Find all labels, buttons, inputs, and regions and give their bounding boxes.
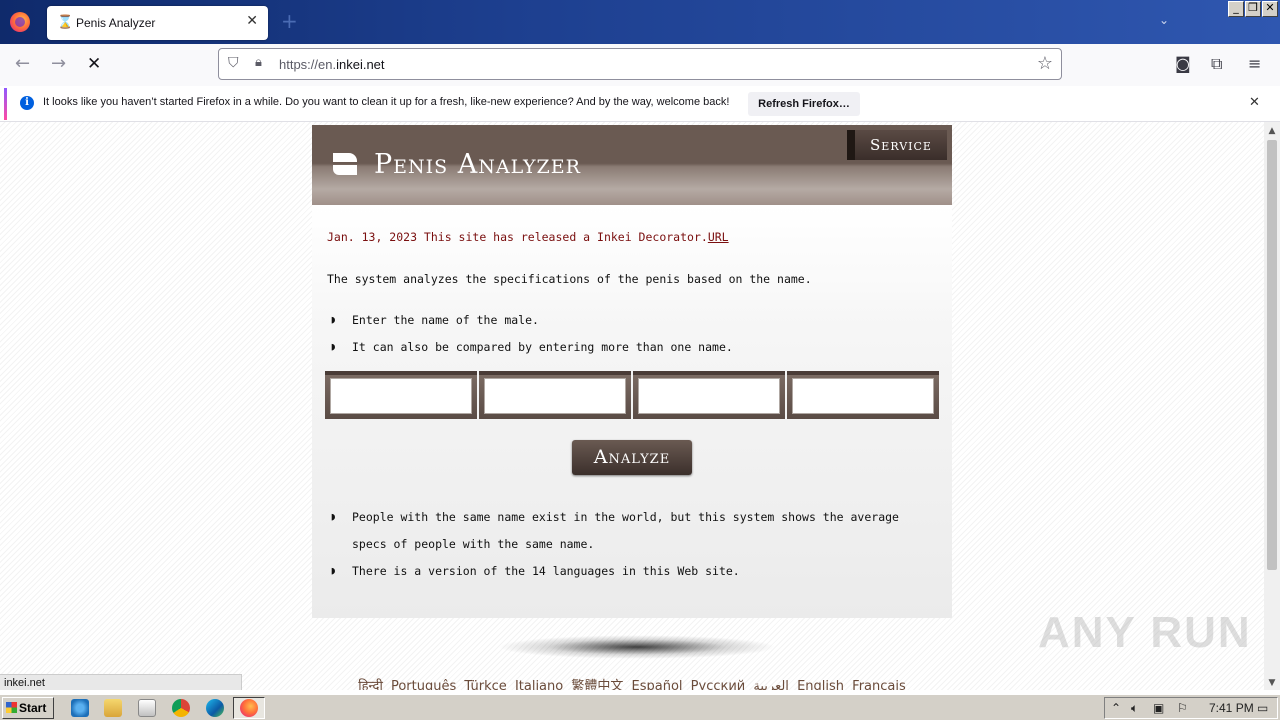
list-all-tabs-icon[interactable]: ⌄: [1159, 13, 1169, 27]
file-explorer-icon[interactable]: [104, 699, 122, 717]
name-input-3[interactable]: [638, 378, 780, 414]
volume-icon[interactable]: 🔈︎: [1131, 701, 1138, 716]
loading-hourglass-icon: ⌛: [57, 15, 74, 30]
language-link-chinese[interactable]: 繁體中文: [571, 679, 623, 690]
minimize-window-icon[interactable]: _: [1228, 1, 1244, 17]
bullet-icon: ◗: [330, 510, 337, 523]
language-link-italian[interactable]: Italiano: [515, 679, 563, 690]
bullet-icon: ◗: [330, 340, 337, 353]
url-bar[interactable]: ⛉ 🔒︎ https://en.inkei.net ☆: [218, 48, 1062, 80]
bullet-icon: ◗: [330, 564, 337, 577]
intro-text: The system analyzes the specifications o…: [327, 272, 812, 286]
close-window-icon[interactable]: ✕: [1262, 1, 1278, 17]
page-scrollbar[interactable]: ▲ ▼: [1264, 122, 1280, 690]
name-input-frame: [787, 371, 939, 419]
restore-window-icon[interactable]: ❐: [1245, 1, 1261, 17]
language-link-russian[interactable]: Русский: [691, 679, 746, 690]
refresh-notification-bar: i It looks like you haven’t started Fire…: [0, 86, 1280, 122]
name-input-frame: [325, 371, 477, 419]
site-header-banner: Penis Analyzer Service: [312, 125, 952, 205]
firefox-taskbar-button[interactable]: [233, 697, 265, 719]
news-text: Jan. 13, 2023 This site has released a I…: [327, 230, 708, 244]
site-container: Penis Analyzer Service Jan. 13, 2023 Thi…: [312, 125, 952, 690]
system-tray: ⌃ 🔈︎ ▣ ⚐ 7:41 PM ▭: [1104, 697, 1278, 719]
language-link-hindi[interactable]: हिन्दी: [358, 679, 383, 690]
analyze-button[interactable]: Analyze: [572, 440, 692, 475]
forward-arrow-icon[interactable]: →: [51, 53, 66, 74]
new-tab-icon[interactable]: +: [281, 9, 298, 33]
lock-icon[interactable]: 🔒︎: [255, 55, 262, 70]
news-url-link[interactable]: URL: [708, 230, 729, 244]
page-viewport: Penis Analyzer Service Jan. 13, 2023 Thi…: [0, 122, 1264, 690]
name-input-4[interactable]: [792, 378, 934, 414]
language-link-turkish[interactable]: Türkçe: [464, 679, 506, 690]
site-logo-icon: [333, 153, 357, 175]
site-title: Penis Analyzer: [374, 149, 581, 180]
bullet-icon: ◗: [330, 313, 337, 326]
note-text: specs of people with the same name.: [352, 537, 595, 551]
info-icon: i: [20, 96, 34, 110]
edge-icon[interactable]: [206, 699, 224, 717]
name-input-1[interactable]: [330, 378, 472, 414]
name-input-frame: [479, 371, 631, 419]
anyrun-watermark: ANY RUN: [1038, 608, 1252, 657]
firefox-menu-icon[interactable]: [10, 12, 30, 32]
url-text[interactable]: https://en.inkei.net: [279, 57, 385, 72]
scroll-up-arrow-icon[interactable]: ▲: [1264, 126, 1280, 136]
extensions-puzzle-icon[interactable]: ⧉: [1211, 54, 1222, 74]
windows-taskbar: Start ⌃ 🔈︎ ▣ ⚐ 7:41 PM ▭: [0, 694, 1280, 720]
note-text: People with the same name exist in the w…: [352, 510, 899, 524]
internet-explorer-icon[interactable]: [71, 699, 89, 717]
tab-close-icon[interactable]: ✕: [246, 13, 258, 29]
link-status-text: inkei.net: [0, 674, 242, 690]
tab-penis-analyzer[interactable]: ⌛ Penis Analyzer ✕: [47, 6, 268, 40]
name-input-2[interactable]: [484, 378, 626, 414]
name-input-frame: [633, 371, 785, 419]
navigation-toolbar: ← → ✕ ⛉ 🔒︎ https://en.inkei.net ☆ ◙ ⧉ ≡: [0, 44, 1280, 86]
language-link-english[interactable]: English: [797, 679, 844, 690]
media-player-icon[interactable]: [138, 699, 156, 717]
clock[interactable]: 7:41 PM: [1209, 701, 1254, 715]
hamburger-menu-icon[interactable]: ≡: [1248, 54, 1261, 73]
action-center-flag-icon[interactable]: ⚐: [1177, 701, 1188, 715]
scroll-down-arrow-icon[interactable]: ▼: [1264, 678, 1280, 688]
tab-strip: ⌛ Penis Analyzer ✕ + ⌄ _ ❐ ✕: [0, 0, 1280, 44]
stop-loading-icon[interactable]: ✕: [87, 54, 101, 74]
instruction-text: Enter the name of the male.: [352, 313, 539, 327]
instruction-text: It can also be compared by entering more…: [352, 340, 733, 354]
notification-close-icon[interactable]: ✕: [1249, 95, 1260, 110]
analyzer-panel: Jan. 13, 2023 This site has released a I…: [312, 205, 952, 618]
language-links: हिन्दी Português Türkçe Italiano 繁體中文 Es…: [312, 675, 952, 690]
decorative-shadow: [497, 635, 777, 659]
notification-message: It looks like you haven’t started Firefo…: [43, 96, 730, 108]
news-line: Jan. 13, 2023 This site has released a I…: [327, 230, 729, 244]
tab-title: Penis Analyzer: [76, 16, 156, 30]
pocket-icon[interactable]: ◙: [1175, 54, 1191, 73]
chrome-icon[interactable]: [172, 699, 190, 717]
scroll-thumb[interactable]: [1267, 140, 1277, 570]
language-link-portuguese[interactable]: Português: [391, 679, 456, 690]
firefox-icon: [240, 699, 258, 717]
network-icon[interactable]: ▣: [1153, 701, 1164, 715]
note-text: There is a version of the 14 languages i…: [352, 564, 740, 578]
refresh-firefox-button[interactable]: Refresh Firefox…: [748, 92, 860, 116]
service-button[interactable]: Service: [847, 130, 947, 160]
language-link-arabic[interactable]: العربية: [753, 679, 789, 690]
language-link-spanish[interactable]: Español: [632, 679, 683, 690]
language-link-french[interactable]: Français: [852, 679, 906, 690]
show-hidden-icons-icon[interactable]: ⌃: [1111, 701, 1121, 715]
tracking-shield-icon[interactable]: ⛉: [228, 55, 239, 71]
show-desktop-icon[interactable]: ▭: [1257, 701, 1268, 715]
start-button[interactable]: Start: [2, 697, 54, 719]
bookmark-star-icon[interactable]: ☆: [1037, 53, 1053, 74]
back-arrow-icon[interactable]: ←: [15, 53, 30, 74]
